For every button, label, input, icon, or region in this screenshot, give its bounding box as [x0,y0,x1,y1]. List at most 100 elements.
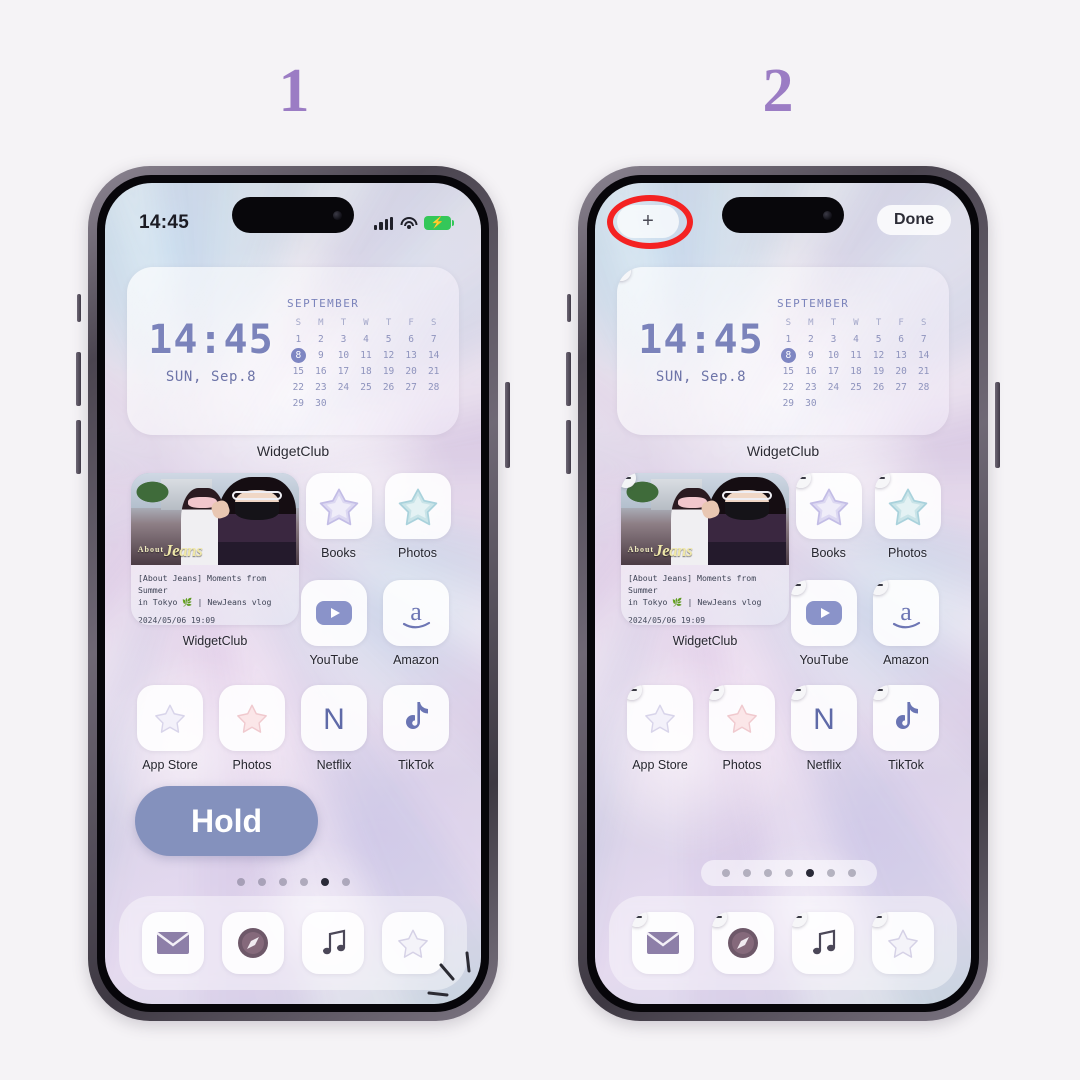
remove-widget-badge[interactable] [617,267,631,281]
app-icon-amazon[interactable]: a Amazon [865,580,947,667]
dock-icon-mail[interactable] [632,912,694,974]
page-dot[interactable] [743,869,751,877]
star-icon [874,473,941,539]
amazon-icon: a [873,580,939,646]
netflix-n-icon: N [301,685,367,751]
battery-charging-icon: ⚡ [424,216,454,230]
video-card: AboutJeans [About Jeans] Moments from Su… [621,473,789,625]
silent-switch[interactable] [77,294,81,322]
app-icon-appstore[interactable]: App Store [129,685,211,772]
volume-up-button[interactable] [566,352,571,406]
dynamic-island [722,197,844,233]
dock-icon-mail[interactable] [142,912,204,974]
app-icon-netflix[interactable]: N Netflix [293,685,375,772]
video-logo: AboutJeans [627,541,693,560]
remove-app-badge[interactable] [791,580,806,595]
power-button[interactable] [995,382,1000,468]
dock-icon-safari[interactable] [712,912,774,974]
remove-app-badge[interactable] [872,912,887,927]
video-widget[interactable]: AboutJeans [About Jeans] Moments from Su… [131,473,299,648]
dock-icon-safari[interactable] [222,912,284,974]
widget-label: WidgetClub [256,443,330,459]
app-icon-tiktok[interactable]: TikTok [865,685,947,772]
app-icon-youtube[interactable]: YouTube [783,580,865,667]
video-title-line1: [About Jeans] Moments from Summer [628,573,757,595]
app-icon-youtube[interactable]: YouTube [293,580,375,667]
volume-down-button[interactable] [566,420,571,474]
page-dot[interactable] [827,869,835,877]
hold-button[interactable]: Hold [135,786,318,856]
widget-date: SUN, Sep.8 [165,369,257,385]
calendar-day: 17 [337,365,350,377]
calendar-day-today: 8 [290,347,306,363]
calendar-dow: T [385,317,392,328]
tiktok-note-icon-glyph [406,702,428,729]
calendar-dow: T [830,317,837,328]
app-icon-tiktok[interactable]: TikTok [375,685,457,772]
music-note-icon [813,929,836,955]
remove-app-badge[interactable] [632,912,647,927]
add-widget-button[interactable]: + [617,205,679,238]
page-dot[interactable] [785,869,793,877]
page-dot[interactable] [320,878,329,886]
dock-icon-star[interactable] [382,912,444,974]
volume-up-button[interactable] [76,352,81,406]
app-icon-photos[interactable]: Photos [701,685,783,772]
app-label: Amazon [393,653,439,667]
page-dot[interactable] [257,878,266,886]
volume-down-button[interactable] [76,420,81,474]
dock-icon-music[interactable] [792,912,854,974]
star-icon [219,685,285,751]
calendar-day: 28 [427,381,440,393]
page-dot[interactable] [848,869,856,877]
video-meta: [About Jeans] Moments from Summer in Tok… [621,565,789,625]
remove-app-badge[interactable] [792,912,807,927]
app-label: YouTube [799,653,849,667]
calendar-day: 16 [805,365,817,377]
page-indicator[interactable] [701,860,877,886]
calendar-dow: W [363,317,369,328]
app-icon-appstore[interactable]: App Store [619,685,701,772]
star-icon [795,473,862,539]
app-icon-photos[interactable]: Photos [211,685,293,772]
calendar-day: 25 [850,381,862,393]
page-dot[interactable] [341,878,350,886]
page-dot[interactable] [806,869,814,877]
done-button[interactable]: Done [877,205,951,235]
calendar-day: 3 [830,333,837,345]
clock-calendar-widget[interactable]: 14:45 SUN, Sep.8 SEPTEMBER SMTWTFS123456… [617,267,949,435]
youtube-icon [301,580,367,646]
remove-app-badge[interactable] [627,685,642,700]
page-dot[interactable] [764,869,772,877]
dock-icon-music[interactable] [302,912,364,974]
app-icon-amazon[interactable]: a Amazon [375,580,457,667]
video-card: AboutJeans [About Jeans] Moments from Su… [131,473,299,625]
calendar-day: 14 [427,349,440,361]
remove-app-badge[interactable] [709,685,724,700]
page-dot[interactable] [236,878,245,886]
status-indicators: ⚡ [374,216,454,230]
dock-icon-star[interactable] [872,912,934,974]
remove-app-badge[interactable] [791,685,806,700]
remove-app-badge[interactable] [873,685,888,700]
page-dot[interactable] [278,878,287,886]
silent-switch[interactable] [567,294,571,322]
star-icon-glyph [888,488,927,526]
wifi-icon [400,216,417,230]
calendar-day: 25 [360,381,372,393]
clock-calendar-widget[interactable]: 14:45 SUN, Sep.8 SEPTEMBER SMTWTFS123456… [127,267,459,435]
clock-section: 14:45 SUN, Sep.8 [127,317,283,385]
video-widget[interactable]: AboutJeans [About Jeans] Moments from Su… [621,473,789,648]
safari-compass-icon [238,928,268,958]
app-label: Photos [722,758,762,772]
tiktok-note-icon [383,685,449,751]
app-label: Books [321,546,356,560]
calendar-day: 3 [340,333,347,345]
power-button[interactable] [505,382,510,468]
calendar-day: 26 [872,381,885,393]
page-dot[interactable] [722,869,730,877]
page-dot[interactable] [299,878,308,886]
phone-screen: + Done 14:45 SUN, Sep.8 SEPTEMBER S M T W T F… [595,183,971,1004]
page-indicator[interactable] [105,878,481,886]
app-icon-netflix[interactable]: N Netflix [783,685,865,772]
